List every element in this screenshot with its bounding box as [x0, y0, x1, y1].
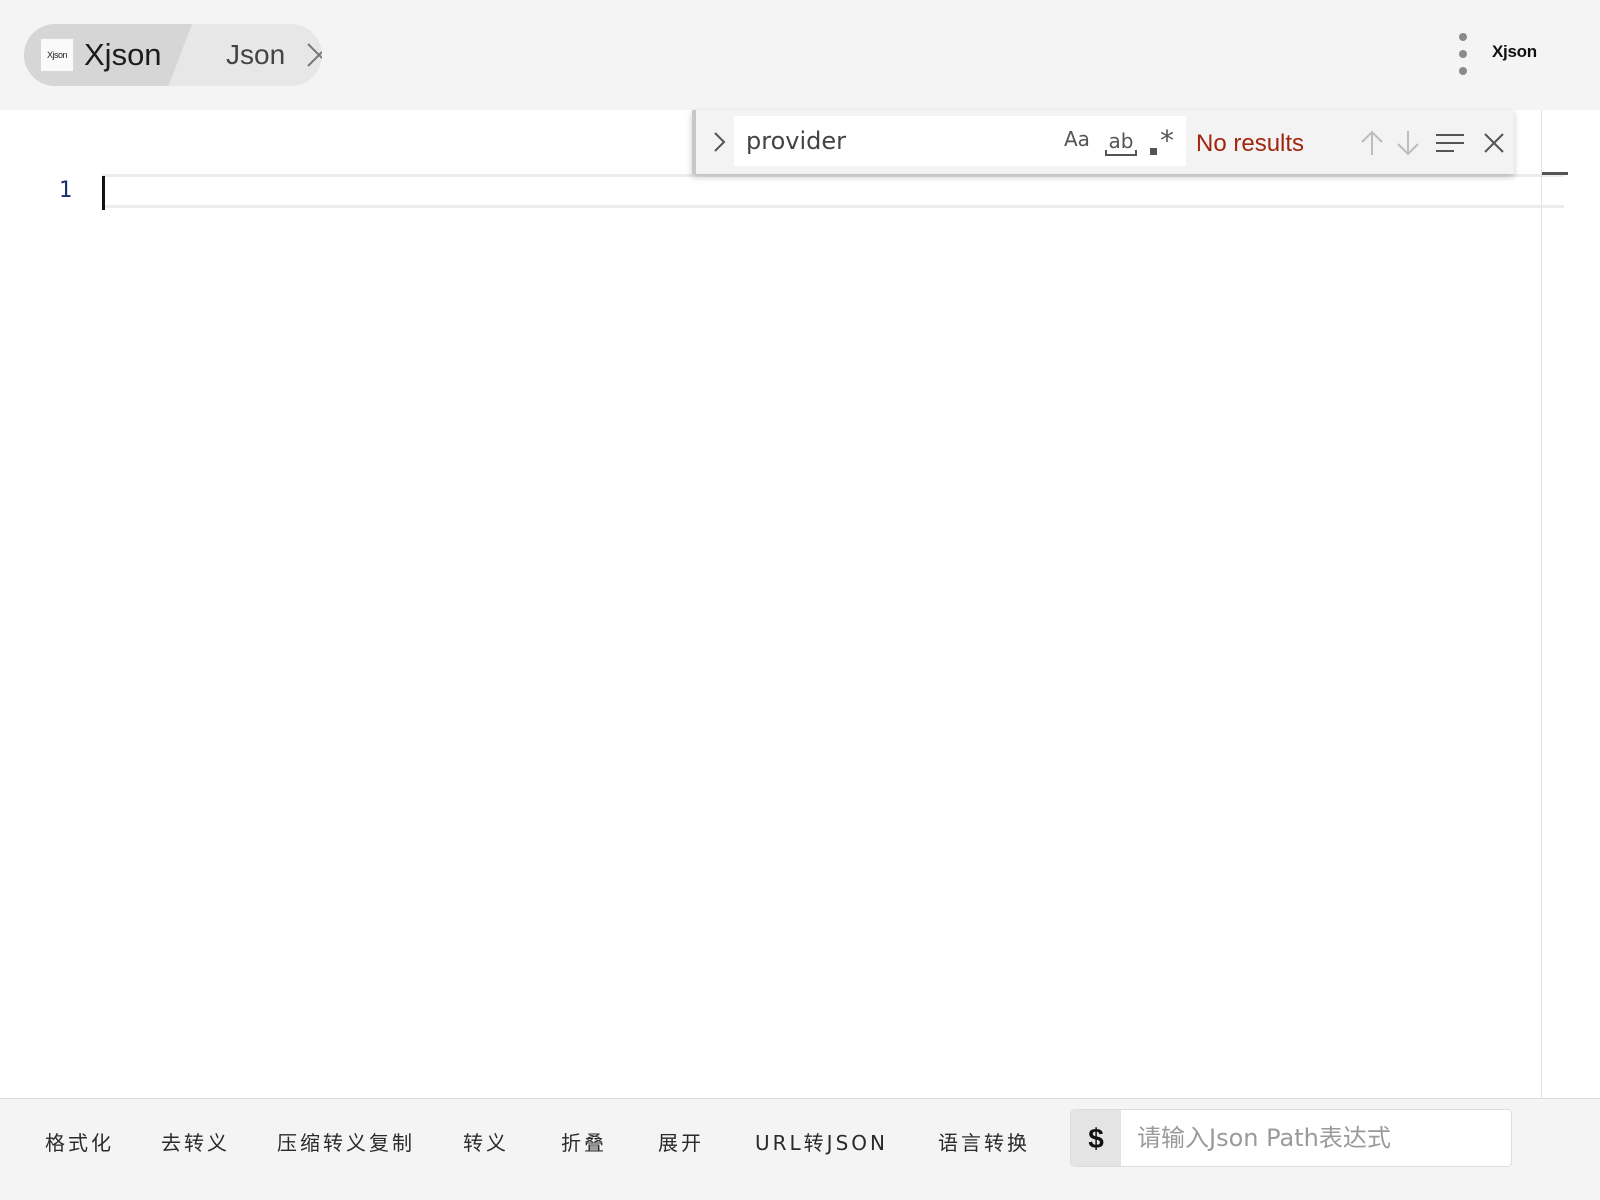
json-path-field: $ — [1070, 1109, 1512, 1167]
arrow-up-icon[interactable] — [1358, 128, 1386, 158]
json-path-prefix: $ — [1071, 1110, 1121, 1166]
escape-button[interactable]: 转义 — [463, 1127, 509, 1159]
json-path-input[interactable] — [1121, 1110, 1511, 1166]
chevron-right-icon[interactable] — [706, 128, 732, 156]
bottom-toolbar: 格式化 去转义 压缩转义复制 转义 折叠 展开 URL转JSON 语言转换 $ — [0, 1098, 1600, 1200]
svg-text:*: * — [1160, 124, 1174, 157]
url-to-json-button[interactable]: URL转JSON — [755, 1127, 888, 1159]
title-bar: Xjson Xjson Json Xjson — [0, 0, 1600, 110]
app-logo: Xjson — [40, 38, 74, 72]
regex-icon[interactable]: * — [1148, 124, 1178, 158]
expand-button[interactable]: 展开 — [658, 1127, 704, 1159]
find-input[interactable] — [734, 116, 1054, 166]
whole-word-toggle[interactable]: ab — [1104, 122, 1138, 160]
text-cursor — [102, 176, 105, 210]
tab-json[interactable]: Json — [202, 24, 322, 86]
tab-app-home[interactable]: Xjson Xjson — [24, 24, 192, 86]
find-result-status: No results — [1196, 130, 1305, 157]
find-input-container: Aa ab * — [734, 116, 1186, 166]
format-button[interactable]: 格式化 — [45, 1127, 114, 1159]
whole-word-label: ab — [1109, 129, 1134, 153]
language-convert-button[interactable]: 语言转换 — [938, 1127, 1030, 1159]
app-name: Xjson — [1492, 42, 1537, 61]
line-number: 1 — [58, 178, 72, 203]
unescape-button[interactable]: 去转义 — [161, 1127, 230, 1159]
code-editor[interactable]: 1 — [0, 110, 1600, 1098]
vertical-scrollbar[interactable] — [1541, 110, 1542, 1098]
compress-escape-copy-button[interactable]: 压缩转义复制 — [277, 1127, 415, 1159]
tab-group: Xjson Xjson Json — [24, 24, 322, 86]
tab-json-label: Json — [226, 39, 286, 70]
close-icon[interactable] — [1480, 128, 1508, 158]
find-widget: Aa ab * No results — [692, 110, 1514, 174]
find-in-selection-icon[interactable] — [1434, 128, 1466, 158]
scrollbar-marker — [1542, 172, 1568, 175]
match-case-toggle[interactable]: Aa — [1064, 127, 1090, 151]
tab-app-label: Xjson — [84, 37, 162, 72]
more-vertical-icon[interactable] — [1450, 30, 1476, 78]
app-logo-text: Xjson — [46, 50, 68, 60]
arrow-down-icon[interactable] — [1394, 128, 1422, 158]
fold-button[interactable]: 折叠 — [561, 1127, 607, 1159]
current-line-highlight — [102, 174, 1564, 208]
close-icon[interactable] — [306, 42, 322, 68]
